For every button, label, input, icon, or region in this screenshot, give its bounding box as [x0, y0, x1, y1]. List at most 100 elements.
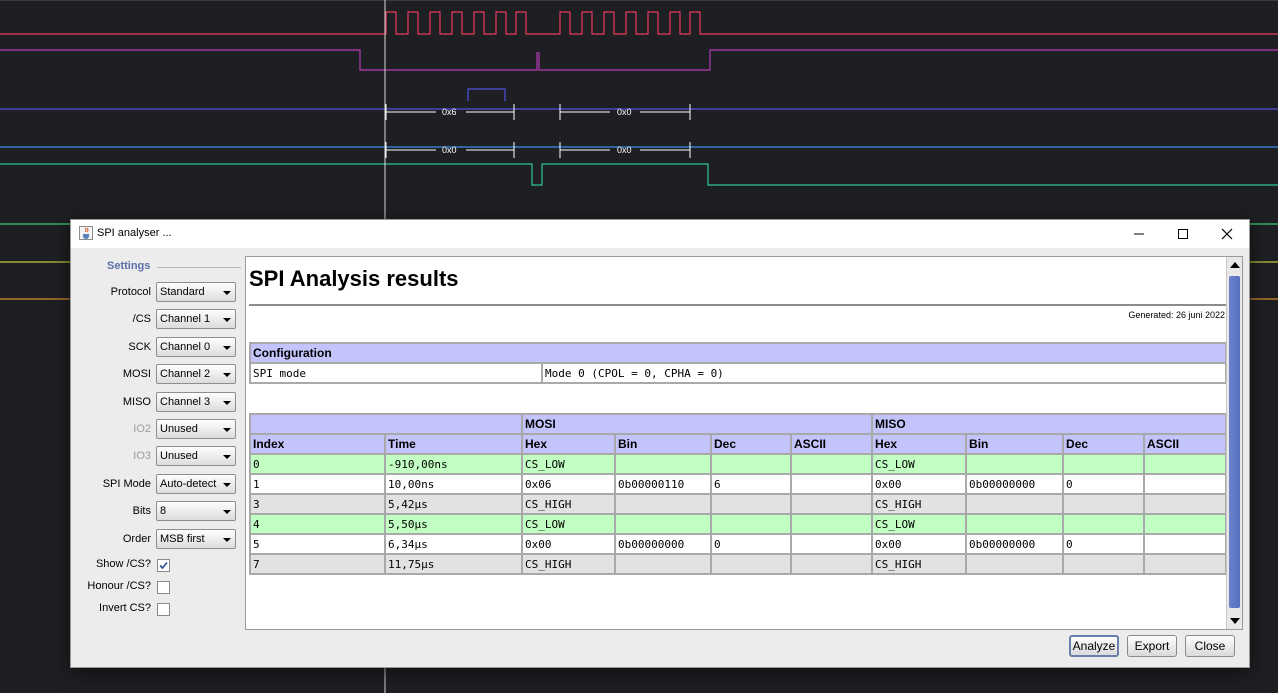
scroll-down-icon[interactable] — [1230, 618, 1240, 624]
table-cell: CS_HIGH — [871, 553, 968, 575]
vertical-scrollbar[interactable] — [1226, 257, 1242, 629]
setting-row-mosi: MOSI Channel 2 — [71, 364, 245, 386]
table-cell: 6,34µs — [384, 533, 523, 555]
mosi-group-header: MOSI — [520, 413, 874, 435]
chevron-down-icon — [223, 510, 231, 515]
setting-dropdown[interactable]: Unused — [156, 419, 236, 439]
table-cell — [1143, 533, 1228, 555]
checkbox-row: Invert CS? — [71, 600, 245, 622]
analyze-button[interactable]: Analyze — [1069, 635, 1119, 657]
column-header: Time — [384, 433, 523, 455]
chevron-down-icon — [223, 428, 231, 432]
dropdown-value: Channel 3 — [160, 395, 211, 408]
table-cell: CS_LOW — [871, 453, 968, 475]
column-header: ASCII — [1143, 433, 1228, 455]
setting-label: /CS — [132, 313, 151, 326]
setting-row-bits: Bits 8 — [71, 501, 245, 523]
setting-row-order: Order MSB first — [71, 528, 245, 551]
setting-row-cs: /CS Channel 1 — [71, 309, 245, 331]
setting-dropdown[interactable]: Channel 0 — [156, 336, 236, 357]
setting-dropdown[interactable]: Unused — [156, 446, 236, 467]
column-header: Hex — [521, 433, 616, 455]
results-table: MOSI MISO Index Time Hex Bin Dec ASCII Hex Bin D… — [249, 413, 1228, 575]
table-cell — [1143, 473, 1228, 495]
table-cell — [614, 453, 712, 475]
table-row: 7 11,75µs CS_HIGH CS_HIGH — [249, 553, 1228, 575]
results-view: SPI Analysis results Generated: 26 juni … — [245, 256, 1243, 630]
table-cell: 0b00000000 — [965, 533, 1065, 555]
table-cell: 5 — [249, 533, 386, 555]
dropdown-value: Auto-detect — [160, 477, 217, 490]
chevron-down-icon — [223, 373, 231, 378]
table-cell: 0 — [249, 453, 386, 475]
checkbox[interactable] — [157, 603, 170, 616]
mosi-byte-label: 0x6 — [442, 107, 457, 117]
setting-dropdown[interactable]: Channel 1 — [156, 309, 236, 330]
checkbox[interactable] — [157, 581, 170, 594]
configuration-table: Configuration SPI mode Mode 0 (CPOL = 0, … — [249, 342, 1227, 384]
close-button[interactable]: Close — [1185, 635, 1235, 657]
setting-dropdown[interactable]: Standard — [156, 282, 236, 302]
maximize-button[interactable] — [1161, 220, 1205, 248]
settings-legend: Settings — [107, 260, 151, 272]
spi-analyser-dialog: SPI analyser ... Settings Protocol Standa… — [70, 219, 1250, 668]
report-title: SPI Analysis results — [249, 266, 459, 291]
table-cell: 5,50µs — [384, 513, 523, 535]
scroll-thumb[interactable] — [1229, 276, 1240, 608]
setting-dropdown[interactable]: Channel 3 — [156, 391, 236, 412]
table-cell: 1 — [249, 473, 386, 495]
export-button[interactable]: Export — [1127, 635, 1177, 657]
table-cell: 0 — [1062, 473, 1146, 495]
table-row: 5 6,34µs 0x00 0b00000000 0 0x00 0b00000000 0 — [249, 533, 1228, 555]
table-cell: CS_HIGH — [871, 493, 968, 515]
config-value: Mode 0 (CPOL = 0, CPHA = 0) — [541, 362, 1227, 384]
chevron-down-icon — [223, 537, 231, 542]
setting-row-miso: MISO Channel 3 — [71, 391, 245, 414]
table-cell: CS_LOW — [521, 453, 616, 475]
legend-divider — [157, 267, 241, 268]
dropdown-value: Unused — [160, 423, 198, 435]
title-divider — [249, 304, 1227, 306]
dropdown-value: Unused — [160, 450, 198, 463]
dropdown-value: Channel 0 — [160, 340, 211, 353]
setting-row-io2: IO2 Unused — [71, 419, 245, 441]
table-cell — [710, 513, 792, 535]
table-cell — [710, 553, 792, 575]
table-cell: 7 — [249, 553, 386, 575]
table-cell: 3 — [249, 493, 386, 515]
column-header: Hex — [871, 433, 968, 455]
title-bar[interactable]: SPI analyser ... — [71, 220, 1249, 248]
close-window-button[interactable] — [1205, 220, 1249, 248]
table-cell — [710, 493, 792, 515]
java-app-icon — [79, 226, 93, 240]
chevron-down-icon — [223, 345, 231, 350]
chevron-down-icon — [223, 455, 231, 460]
maximize-icon — [1178, 229, 1188, 239]
miso-group-header: MISO — [871, 413, 1228, 435]
chevron-down-icon — [223, 400, 231, 405]
miso-byte-label: 0x0 — [617, 145, 632, 155]
setting-row-protocol: Protocol Standard — [71, 282, 245, 304]
setting-dropdown[interactable]: Channel 2 — [156, 364, 236, 385]
config-key: SPI mode — [249, 362, 543, 384]
table-cell: 0 — [710, 533, 792, 555]
checkbox[interactable] — [157, 559, 170, 572]
table-cell — [789, 473, 874, 495]
minimize-icon — [1134, 233, 1144, 235]
dropdown-value: Standard — [160, 286, 205, 298]
generated-date: Generated: 26 juni 2022 — [1128, 310, 1225, 320]
setting-label: IO3 — [133, 450, 151, 463]
table-cell — [965, 513, 1065, 535]
checkmark-icon — [159, 561, 168, 570]
chevron-down-icon — [223, 291, 231, 295]
checkbox-row: Honour /CS? — [71, 578, 245, 600]
minimize-button[interactable] — [1117, 220, 1161, 248]
setting-dropdown[interactable]: Auto-detect — [156, 473, 236, 494]
setting-label: Protocol — [110, 286, 151, 298]
setting-dropdown[interactable]: MSB first — [156, 528, 236, 549]
setting-dropdown[interactable]: 8 — [156, 501, 236, 522]
table-cell — [1143, 453, 1228, 475]
table-cell — [965, 453, 1065, 475]
setting-label: IO2 — [133, 423, 151, 435]
scroll-up-icon[interactable] — [1230, 262, 1240, 268]
